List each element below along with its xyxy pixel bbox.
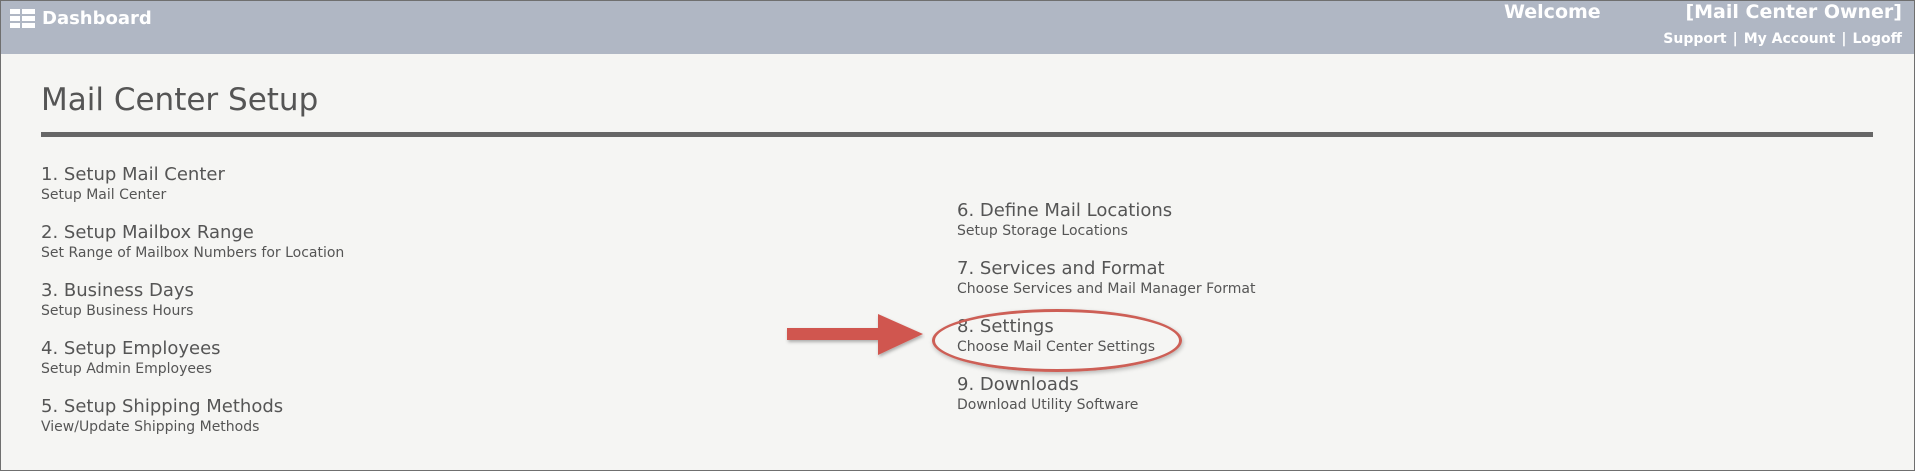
setup-item-mail-center[interactable]: 1. Setup Mail Center Setup Mail Center <box>41 164 225 204</box>
setup-item-title: 4. Setup Employees <box>41 338 221 359</box>
arrow-annotation-icon <box>787 314 923 355</box>
setup-item-subtitle: Download Utility Software <box>957 397 1139 413</box>
setup-item-subtitle: View/Update Shipping Methods <box>41 419 260 435</box>
support-link[interactable]: Support <box>1663 31 1726 47</box>
setup-item-title: 7. Services and Format <box>957 258 1165 279</box>
setup-item-title: 3. Business Days <box>41 280 194 301</box>
setup-item-services-format[interactable]: 7. Services and Format Choose Services a… <box>957 258 1255 298</box>
setup-item-subtitle: Set Range of Mailbox Numbers for Locatio… <box>41 245 345 261</box>
grid-icon <box>10 8 35 29</box>
dashboard-link[interactable]: Dashboard <box>10 8 152 29</box>
setup-item-downloads[interactable]: 9. Downloads Download Utility Software <box>957 374 1138 414</box>
setup-item-business-days[interactable]: 3. Business Days Setup Business Hours <box>41 280 194 320</box>
highlight-circle <box>932 309 1182 372</box>
setup-item-title: 6. Define Mail Locations <box>957 200 1173 221</box>
setup-item-title: 2. Setup Mailbox Range <box>41 222 254 243</box>
link-separator: | <box>1841 31 1847 47</box>
setup-item-subtitle: Setup Mail Center <box>41 187 167 203</box>
setup-item-title: 5. Setup Shipping Methods <box>41 396 284 417</box>
setup-item-employees[interactable]: 4. Setup Employees Setup Admin Employees <box>41 338 221 378</box>
setup-item-title: 1. Setup Mail Center <box>41 164 225 185</box>
setup-item-subtitle: Setup Admin Employees <box>41 361 212 377</box>
link-separator: | <box>1732 31 1738 47</box>
page-title: Mail Center Setup <box>41 82 319 118</box>
setup-item-mailbox-range[interactable]: 2. Setup Mailbox Range Set Range of Mail… <box>41 222 344 262</box>
dashboard-label: Dashboard <box>42 8 152 29</box>
welcome-text: Welcome <box>1504 1 1601 23</box>
header-links: Support | My Account | Logoff <box>1663 31 1902 47</box>
setup-item-title: 9. Downloads <box>957 374 1079 395</box>
logoff-link[interactable]: Logoff <box>1852 31 1902 47</box>
user-role-label: [Mail Center Owner] <box>1685 1 1902 23</box>
top-bar: Dashboard Welcome [Mail Center Owner] Su… <box>1 1 1914 54</box>
setup-item-subtitle: Setup Storage Locations <box>957 223 1128 239</box>
title-divider <box>41 132 1873 137</box>
setup-item-subtitle: Setup Business Hours <box>41 303 194 319</box>
setup-item-mail-locations[interactable]: 6. Define Mail Locations Setup Storage L… <box>957 200 1172 240</box>
setup-item-subtitle: Choose Services and Mail Manager Format <box>957 281 1256 297</box>
setup-item-shipping-methods[interactable]: 5. Setup Shipping Methods View/Update Sh… <box>41 396 283 436</box>
my-account-link[interactable]: My Account <box>1744 31 1836 47</box>
